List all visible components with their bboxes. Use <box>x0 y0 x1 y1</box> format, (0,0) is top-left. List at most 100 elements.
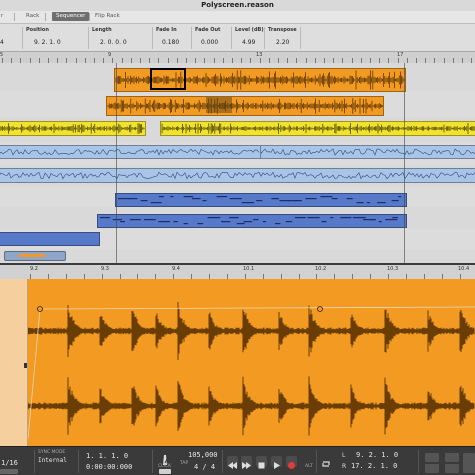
quantize-value[interactable]: 1/16 <box>1 459 18 467</box>
clip-waveform <box>161 123 475 134</box>
audio-clip[interactable] <box>0 145 262 159</box>
clip-region-highlight <box>206 97 232 113</box>
editor-marker <box>24 363 27 368</box>
transpose-field[interactable]: 2.20 <box>276 38 289 47</box>
sync-mode-select[interactable]: Internal <box>38 457 67 464</box>
audio-clip[interactable] <box>160 121 475 136</box>
audio-clip[interactable] <box>106 96 384 116</box>
transport-divider <box>34 450 35 473</box>
clip-waveform <box>107 98 383 114</box>
position-field[interactable]: 9. 2. 1. 0 <box>34 38 61 47</box>
inspector-divider <box>88 27 89 49</box>
editor-ruler-mark: 9.4 <box>172 266 180 272</box>
clip-inspector: 4 Position 9. 2. 1. 0 Length 2. 0. 0. 0 … <box>0 24 475 52</box>
ext-button[interactable] <box>463 453 475 473</box>
transport-divider <box>418 450 419 473</box>
fade-in-label: Fade In <box>156 27 177 33</box>
note-clip[interactable] <box>0 232 100 246</box>
position-label: Position <box>26 27 49 33</box>
tab-flip-rack[interactable]: Flip Rack <box>91 12 124 21</box>
selected-clip-outline[interactable] <box>150 68 186 90</box>
sync-mode-label: SYNC MODE <box>38 450 66 455</box>
editor-ruler-mark: 10.1 <box>243 266 255 272</box>
level-label: Level (dB) <box>235 27 264 33</box>
play-button[interactable] <box>271 456 282 469</box>
fast-forward-button[interactable] <box>241 456 252 469</box>
clip-waveform <box>0 148 260 156</box>
editor-ruler-mark: 10.2 <box>315 266 327 272</box>
click-toggle[interactable] <box>159 469 171 474</box>
audio-clip[interactable] <box>0 121 146 136</box>
tab-sequencer[interactable]: Sequencer <box>52 12 90 21</box>
tab-rack[interactable]: Rack <box>22 12 43 21</box>
transpose-label: Transpose <box>268 27 297 33</box>
song-position-time[interactable]: 0:00:00:000 <box>86 463 132 471</box>
transport-divider <box>78 450 79 473</box>
ruler-bar-number: 9 <box>108 52 112 58</box>
tempo-value[interactable]: 105,000 <box>188 451 218 459</box>
inspector-divider <box>191 27 192 49</box>
sequencer-tracks[interactable] <box>0 63 475 264</box>
loop-left-value[interactable]: 9. 2. 1. 0 <box>356 451 398 459</box>
inspector-track-value[interactable]: 4 <box>0 38 4 47</box>
clip-marker <box>19 254 45 257</box>
tab-bar: r Rack Sequencer Flip Rack <box>0 11 475 24</box>
note-clip[interactable] <box>97 214 407 228</box>
note-clip[interactable] <box>115 193 407 207</box>
inspector-divider <box>22 27 23 49</box>
tap-label: TAP <box>180 461 189 466</box>
loop-toggle-icon[interactable] <box>320 455 332 467</box>
loop-start-line <box>116 63 117 263</box>
stop-button[interactable] <box>256 456 267 469</box>
record-button[interactable] <box>286 456 297 469</box>
clip-waveform <box>261 148 475 156</box>
fade-out-label: Fade Out <box>195 27 221 33</box>
inspector-divider <box>264 27 265 49</box>
tab-divider <box>14 13 15 21</box>
tab-mixer[interactable]: r <box>0 12 7 21</box>
editor-ruler-mark: 9.2 <box>30 266 38 272</box>
inspector-divider <box>300 27 301 49</box>
time-signature[interactable]: 4 / 4 <box>194 463 215 471</box>
editor-ruler-mark: 10.4 <box>458 266 470 272</box>
loop-right-label: R <box>342 463 347 470</box>
audio-editor[interactable] <box>0 279 475 446</box>
tab-divider <box>89 13 90 21</box>
level-field[interactable]: 4.99 <box>242 38 255 47</box>
editor-ruler[interactable]: 9.2 9.3 9.4 10.1 10.2 10.3 10.4 <box>0 265 475 280</box>
reason-sequencer-window: Polyscreen.reason r Rack Sequencer Flip … <box>0 0 475 475</box>
punch-in-button[interactable] <box>445 453 459 462</box>
fade-in-field[interactable]: 0.180 <box>162 38 179 47</box>
fade-out-field[interactable]: 0.000 <box>201 38 218 47</box>
editor-waveform-graphic <box>27 302 475 440</box>
loop-end-button[interactable] <box>425 464 439 473</box>
transport-divider <box>222 450 223 473</box>
song-position-bars[interactable]: 1. 1. 1. 0 <box>86 452 128 460</box>
window-title: Polyscreen.reason <box>201 1 274 9</box>
loop-start-button[interactable] <box>425 453 439 462</box>
loop-left-marker[interactable] <box>115 57 121 72</box>
rewind-button[interactable] <box>227 456 238 469</box>
alt-label: ALT <box>305 464 313 469</box>
transport-divider <box>152 450 153 473</box>
clip-notes <box>118 196 402 204</box>
loop-left-label: L <box>342 452 346 459</box>
punch-out-button[interactable] <box>445 464 459 473</box>
loop-right-value[interactable]: 17. 2. 1. 0 <box>351 462 397 470</box>
clip-waveform <box>0 123 145 134</box>
editor-lane-header <box>0 279 28 446</box>
quantize-toggle[interactable] <box>0 469 18 474</box>
loop-end-line <box>404 63 405 263</box>
loop-right-marker[interactable] <box>400 57 406 72</box>
editor-ruler-mark: 9.3 <box>101 266 109 272</box>
audio-clip[interactable] <box>260 145 475 159</box>
transport-divider <box>316 450 317 473</box>
audio-clip[interactable] <box>4 251 66 261</box>
length-field[interactable]: 2. 0. 0. 0 <box>100 38 127 47</box>
inspector-divider <box>231 27 232 49</box>
transport-bar: 1/16 SYNC MODE Internal 1. 1. 1. 0 0:00:… <box>0 446 475 475</box>
inspector-divider <box>152 27 153 49</box>
editor-waveform[interactable] <box>27 279 475 446</box>
metronome-icon[interactable] <box>160 451 170 465</box>
tab-divider <box>45 13 46 21</box>
